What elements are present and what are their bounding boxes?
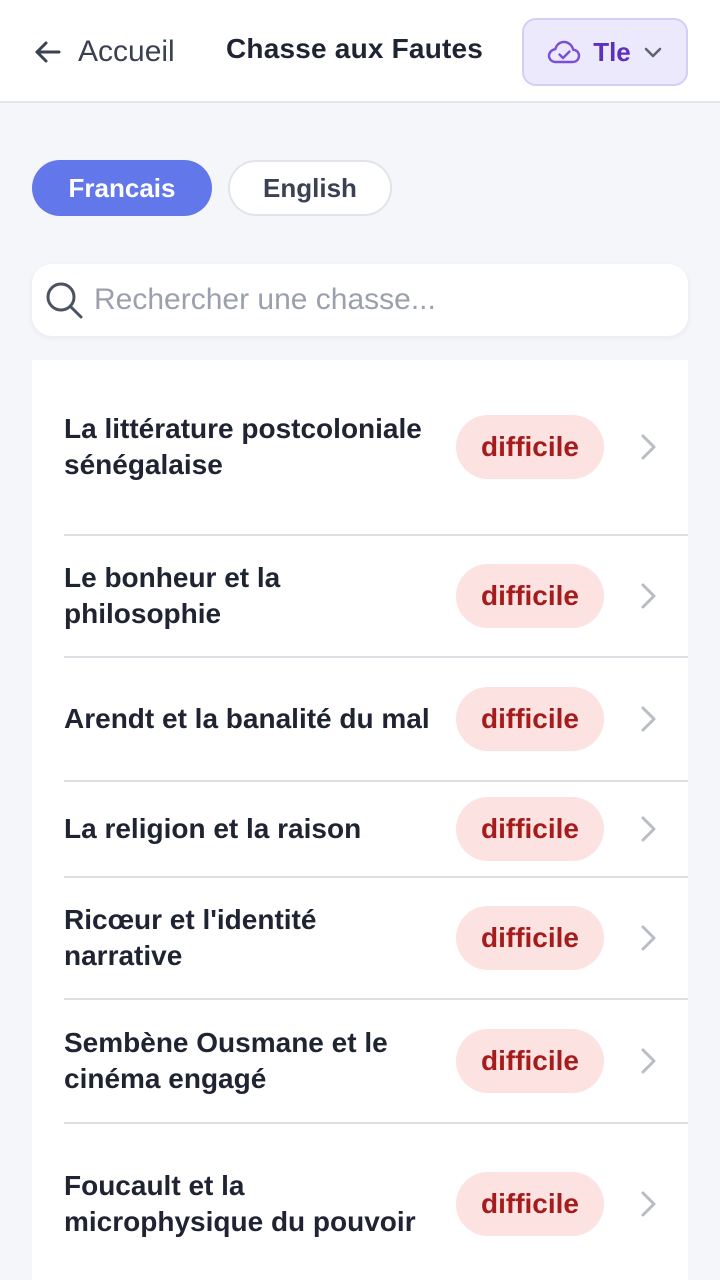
hunt-title: Foucault et la microphysique du pouvoir (64, 1170, 416, 1237)
page-title: Chasse aux Fautes (226, 33, 484, 64)
search-input[interactable] (94, 283, 654, 317)
hunt-title: La littérature postcoloniale sénégalaise (64, 413, 422, 480)
tab-francais[interactable]: Francais (32, 160, 212, 216)
list-item[interactable]: Ricœur et l'identité narrative difficile (64, 878, 688, 1000)
list-item[interactable]: Arendt et la banalité du mal difficile (64, 658, 688, 782)
list-item[interactable]: Sembène Ousmane et le cinéma engagé diff… (64, 1000, 688, 1124)
chevron-right-icon (641, 706, 656, 732)
chevron-right-icon (641, 816, 656, 842)
chevron-down-icon (644, 47, 662, 58)
hunt-title: Sembène Ousmane et le cinéma engagé (64, 1027, 388, 1094)
top-bar: Accueil Chasse aux Fautes Tle (0, 0, 720, 103)
level-selector[interactable]: Tle (522, 18, 688, 86)
chevron-right-icon (641, 1048, 656, 1074)
list-item[interactable]: Foucault et la microphysique du pouvoir … (64, 1124, 688, 1280)
difficulty-badge: difficile (456, 564, 604, 628)
search-icon (46, 282, 83, 319)
list-item[interactable]: La religion et la raison difficile (64, 782, 688, 878)
difficulty-badge: difficile (456, 906, 604, 970)
difficulty-badge: difficile (456, 797, 604, 861)
difficulty-badge: difficile (456, 687, 604, 751)
cloud-icon (548, 40, 581, 64)
chevron-right-icon (641, 1191, 656, 1217)
arrow-left-icon (35, 41, 61, 63)
difficulty-badge: difficile (456, 1172, 604, 1236)
hunt-list: La littérature postcoloniale sénégalaise… (32, 360, 688, 1280)
hunt-title: Arendt et la banalité du mal (64, 703, 430, 734)
hunt-title: La religion et la raison (64, 813, 362, 844)
language-tabs: Francais English (32, 160, 392, 216)
back-button[interactable]: Accueil (32, 30, 175, 74)
difficulty-badge: difficile (456, 415, 604, 479)
list-item[interactable]: La littérature postcoloniale sénégalaise… (64, 360, 688, 536)
hunt-title: Ricœur et l'identité narrative (64, 904, 317, 971)
level-label: Tle (593, 36, 631, 67)
list-item[interactable]: Le bonheur et la philosophie difficile (64, 536, 688, 658)
tab-english[interactable]: English (228, 160, 392, 216)
chevron-right-icon (641, 434, 656, 460)
difficulty-badge: difficile (456, 1029, 604, 1093)
chevron-right-icon (641, 583, 656, 609)
back-label: Accueil (78, 35, 175, 68)
hunt-title: Le bonheur et la philosophie (64, 562, 281, 629)
search-bar (32, 264, 688, 336)
chevron-right-icon (641, 925, 656, 951)
